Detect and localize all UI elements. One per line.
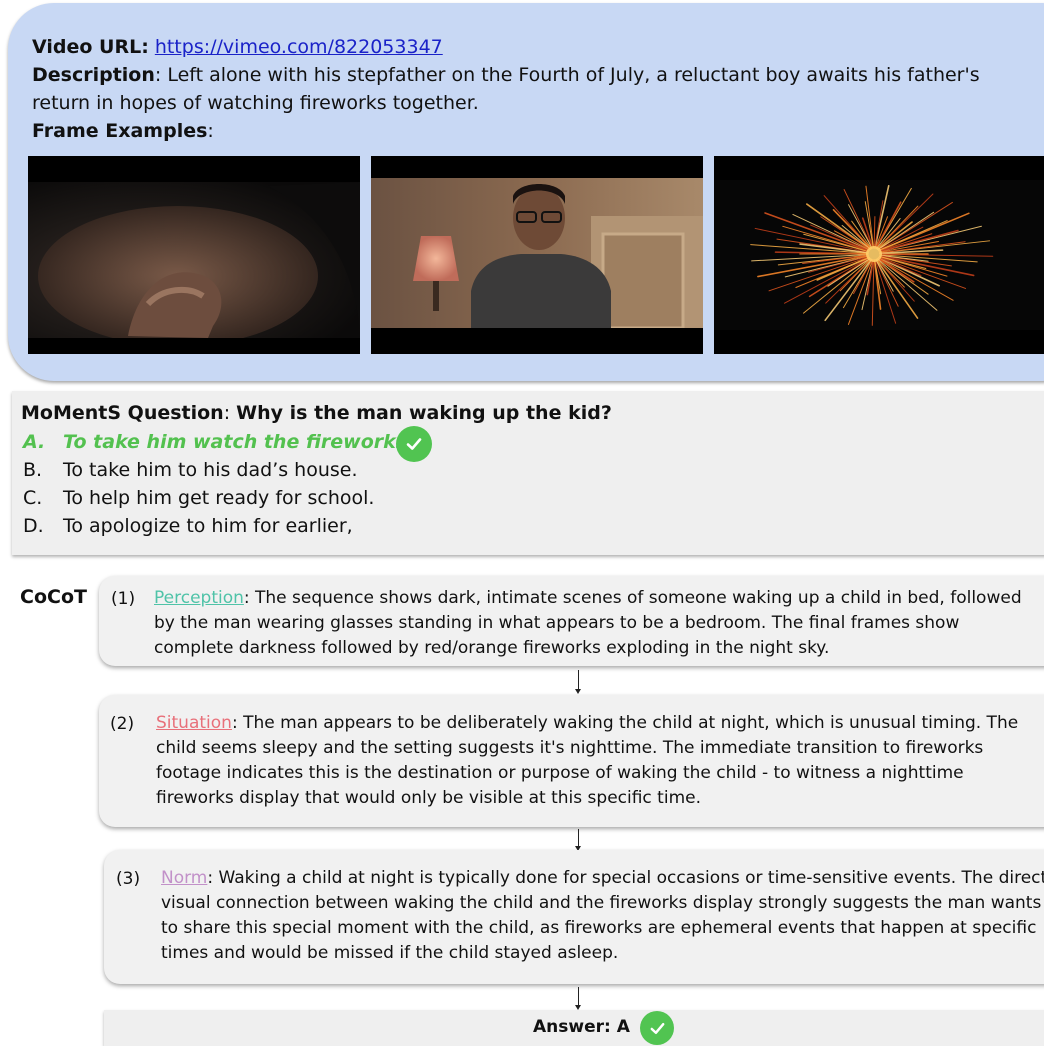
option-a: A. To take him watch the fireworks. [23, 428, 414, 456]
step-text: Perception: The sequence shows dark, int… [154, 586, 1044, 661]
step-keyword-perception: Perception [154, 588, 244, 608]
step-body: : The man appears to be deliberately wak… [156, 713, 1019, 808]
step-text: Norm: Waking a child at night is typical… [161, 866, 1044, 966]
step-text: Situation: The man appears to be deliber… [156, 711, 1044, 811]
option-d: D. To apologize to him for earlier, [23, 512, 353, 540]
option-c: C. To help him get ready for school. [23, 484, 374, 512]
step-number: (1) [111, 589, 136, 609]
frame-examples-heading: Frame Examples: [32, 120, 214, 142]
step-number: (3) [116, 869, 141, 889]
option-letter: D. [23, 515, 44, 537]
option-text: To take him watch the fireworks. [63, 431, 415, 453]
description-text: : Left alone with his stepfather on the … [32, 64, 980, 114]
answer-text: Answer: A [533, 1017, 630, 1037]
question-text: Why is the man waking up the kid? [236, 402, 612, 424]
option-text: To help him get ready for school. [63, 487, 375, 509]
check-circle-icon [640, 1011, 674, 1045]
cocot-label: CoCoT [20, 586, 87, 608]
step-body: : The sequence shows dark, intimate scen… [154, 588, 1022, 658]
option-text: To apologize to him for earlier, [63, 515, 353, 537]
check-circle-icon [396, 426, 432, 462]
question-heading: MoMentS Question: Why is the man waking … [21, 402, 612, 424]
step-body: : Waking a child at night is typically d… [161, 868, 1044, 963]
option-letter: B. [23, 459, 43, 481]
video-description: Description: Left alone with his stepfat… [32, 61, 1022, 117]
frame-examples-label: Frame Examples [32, 120, 208, 142]
description-label: Description [32, 64, 155, 86]
step-keyword-norm: Norm [161, 868, 208, 888]
question-label: MoMentS Question [21, 402, 224, 424]
step-keyword-situation: Situation [156, 713, 232, 733]
option-text: To take him to his dad’s house. [63, 459, 358, 481]
frame-example-man-glasses [371, 156, 703, 354]
video-url-line: Video URL: https://vimeo.com/822053347 [32, 33, 443, 61]
frame-example-sleeping-boy [28, 156, 360, 354]
video-url-label: Video URL: [32, 36, 149, 58]
option-letter: C. [23, 487, 43, 509]
frame-example-fireworks [714, 156, 1044, 354]
option-b: B. To take him to his dad’s house. [23, 456, 358, 484]
step-number: (2) [110, 714, 135, 734]
flow-arrow [575, 987, 581, 1010]
video-url-link[interactable]: https://vimeo.com/822053347 [155, 36, 443, 58]
flow-arrow [575, 670, 581, 694]
option-letter: A. [23, 431, 46, 453]
flow-arrow [575, 829, 581, 851]
